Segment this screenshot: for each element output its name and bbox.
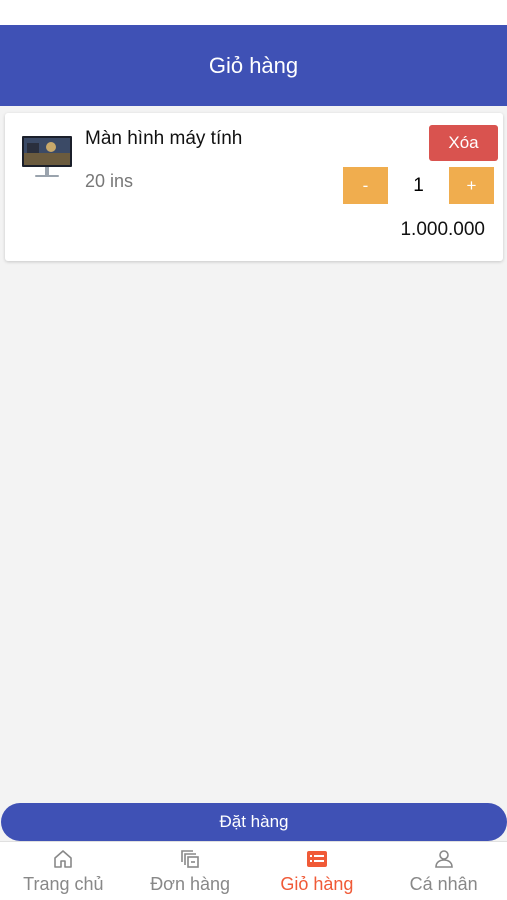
tab-cart-label: Giỏ hàng bbox=[280, 874, 354, 894]
page-title: Giỏ hàng bbox=[208, 52, 299, 78]
tab-profile[interactable]: Cá nhân bbox=[380, 842, 507, 900]
tab-orders-label: Đơn hàng bbox=[150, 874, 231, 894]
app-header: Giỏ hàng bbox=[0, 25, 507, 106]
user-icon bbox=[434, 850, 453, 868]
cart-icon bbox=[306, 851, 327, 867]
status-bar bbox=[0, 0, 507, 25]
orders-icon bbox=[181, 850, 199, 868]
place-order-button[interactable]: Đặt hàng bbox=[1, 803, 507, 841]
tab-profile-label: Cá nhân bbox=[409, 874, 478, 894]
quantity-stepper: - 1 + bbox=[343, 167, 498, 204]
increment-button[interactable]: + bbox=[449, 167, 494, 204]
home-icon bbox=[54, 850, 73, 868]
tab-home-label: Trang chủ bbox=[23, 874, 104, 894]
remove-item-button[interactable]: Xóa bbox=[429, 125, 498, 161]
product-description: 20 ins bbox=[85, 171, 134, 191]
cart-item-card: Màn hình máy tính 20 ins Xóa - 1 + 1.000… bbox=[5, 113, 503, 261]
product-thumbnail bbox=[22, 136, 72, 177]
tab-cart[interactable]: Giỏ hàng bbox=[254, 842, 381, 900]
tab-orders[interactable]: Đơn hàng bbox=[127, 842, 254, 900]
product-name: Màn hình máy tính bbox=[85, 128, 243, 149]
bottom-tab-bar: Trang chủ Đơn hàng Giỏ hàng Cá nhân bbox=[0, 841, 507, 900]
decrement-button[interactable]: - bbox=[343, 167, 388, 204]
tab-home[interactable]: Trang chủ bbox=[0, 842, 127, 900]
quantity-value[interactable]: 1 bbox=[388, 167, 449, 204]
item-price: 1.000.000 bbox=[400, 219, 485, 240]
